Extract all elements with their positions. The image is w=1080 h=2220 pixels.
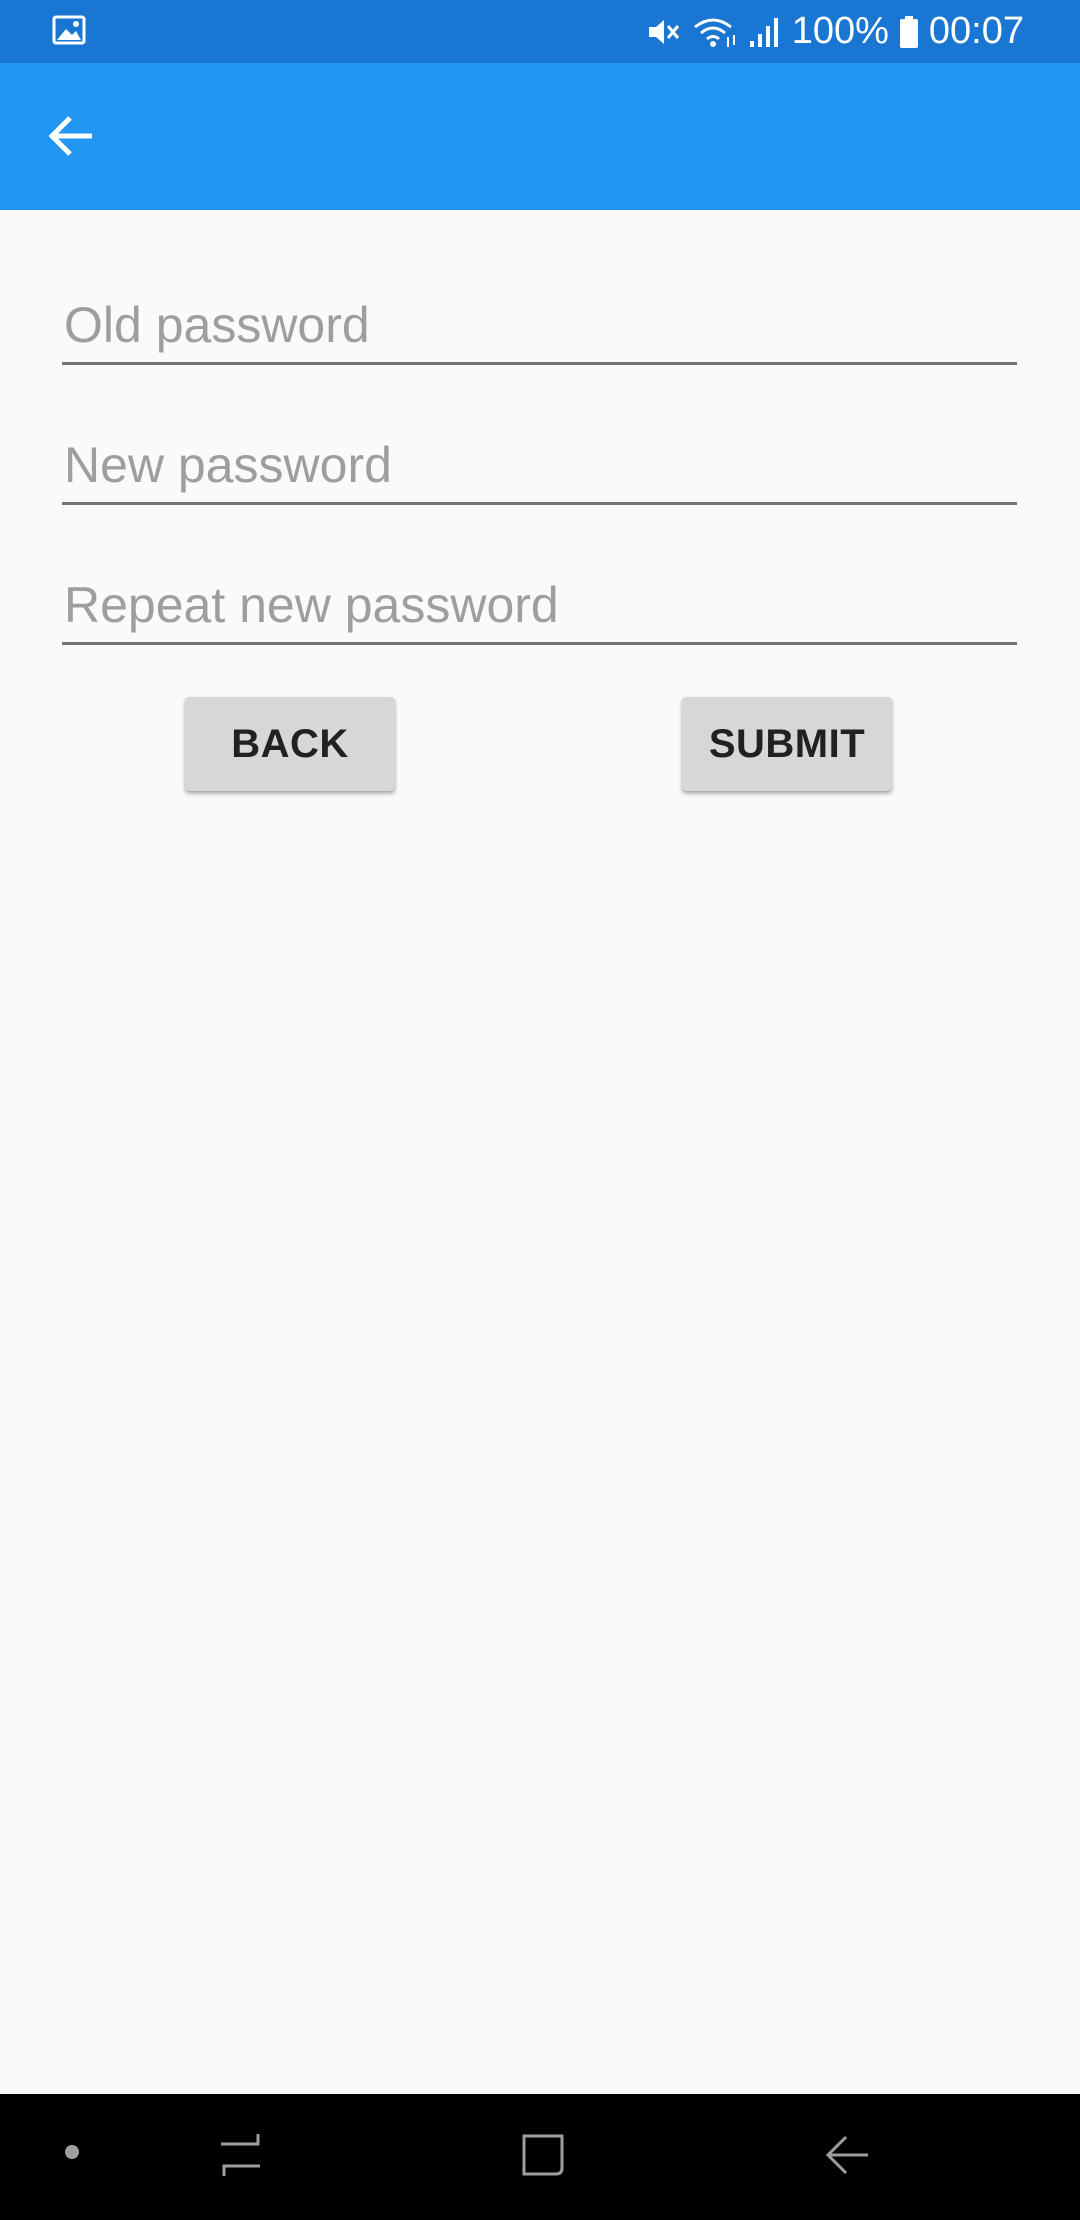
old-password-field-container [62,280,1017,365]
old-password-field[interactable] [64,296,1009,354]
battery-percent: 100% [791,10,889,52]
battery-icon [899,15,918,48]
new-password-field-container [62,420,1017,505]
change-password-form [62,280,1017,700]
home-icon[interactable] [520,2132,566,2178]
status-right: 100% 00:07 [646,0,1024,63]
wifi-icon [693,18,735,47]
back-button[interactable]: BACK [185,697,395,791]
submit-button[interactable]: SUBMIT [682,697,892,791]
app-bar [0,63,1080,210]
repeat-password-field[interactable] [64,576,1009,634]
back-icon[interactable] [822,2132,872,2178]
arrow-back-icon[interactable] [44,108,100,164]
status-bar: 100% 00:07 [0,0,1080,63]
recents-icon[interactable] [218,2130,264,2180]
clock: 00:07 [928,10,1024,52]
new-password-field[interactable] [64,436,1009,494]
gallery-icon [52,15,86,45]
mute-icon [648,19,679,44]
signal-icon [749,17,778,47]
repeat-password-field-container [62,560,1017,645]
navigation-bar [0,2094,1080,2220]
dot-icon[interactable] [62,2142,82,2162]
